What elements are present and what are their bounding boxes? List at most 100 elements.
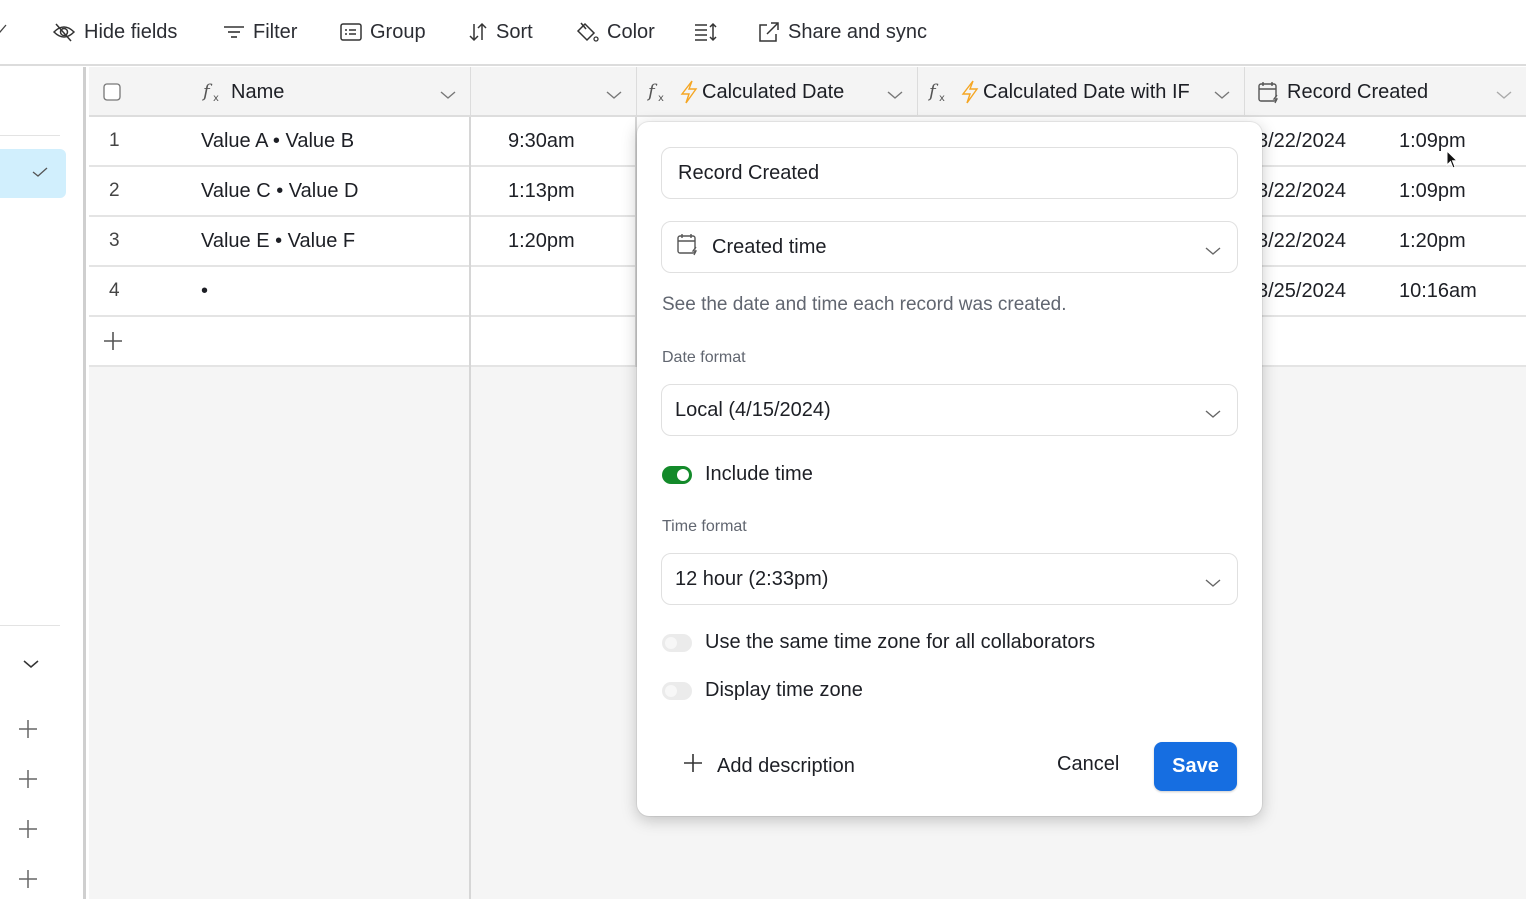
save-button[interactable]: Save xyxy=(1154,742,1237,791)
chevron-down-icon[interactable] xyxy=(1214,84,1230,107)
created-date-cell[interactable]: 3/25/2024 xyxy=(1257,267,1346,315)
color-button[interactable]: Color xyxy=(575,18,655,46)
column-label: Calculated Date xyxy=(702,80,845,103)
field-type-select[interactable]: Created time xyxy=(661,221,1238,273)
filter-button[interactable]: Filter xyxy=(223,18,297,46)
same-timezone-toggle[interactable] xyxy=(662,633,692,652)
column-header-time[interactable] xyxy=(471,67,637,117)
sort-icon xyxy=(468,22,488,42)
time-format-value: 12 hour (2:33pm) xyxy=(675,567,829,590)
column-label: Record Created xyxy=(1287,80,1429,103)
field-editor-dialog: Record Created Created time See the date… xyxy=(637,122,1262,816)
chevron-down-icon xyxy=(1205,403,1221,426)
svg-text:f: f xyxy=(202,81,213,102)
include-time-toggle[interactable] xyxy=(662,465,692,484)
chevron-down-icon[interactable] xyxy=(22,657,40,675)
add-description-button[interactable]: Add description xyxy=(683,753,855,779)
sort-button[interactable]: Sort xyxy=(468,18,533,46)
share-and-sync-label: Share and sync xyxy=(788,20,927,43)
filter-icon xyxy=(223,24,245,40)
view-toolbar: Hide fields Filter Group Sort Color Shar… xyxy=(0,0,1526,66)
plus-icon xyxy=(683,753,703,779)
grid-header: fx Name fx Calculated Date fx Calculated… xyxy=(89,67,1526,117)
time-cell[interactable]: 1:13pm xyxy=(508,167,575,215)
sidebar-divider xyxy=(0,135,60,136)
svg-text:x: x xyxy=(213,93,219,103)
chevron-down-icon[interactable] xyxy=(887,84,903,107)
time-format-select[interactable]: 12 hour (2:33pm) xyxy=(661,553,1238,605)
time-format-label: Time format xyxy=(662,518,747,535)
hide-fields-label: Hide fields xyxy=(84,20,178,43)
created-date-cell[interactable]: 3/22/2024 xyxy=(1257,117,1346,165)
date-format-label: Date format xyxy=(662,349,746,366)
cancel-button[interactable]: Cancel xyxy=(1057,753,1119,776)
created-time-cell[interactable]: 1:20pm xyxy=(1399,217,1466,265)
name-cell[interactable]: Value E • Value F xyxy=(201,217,355,265)
include-time-label: Include time xyxy=(705,463,813,485)
plus-icon[interactable] xyxy=(18,769,38,794)
include-time-toggle-row[interactable]: Include time xyxy=(662,463,813,486)
mouse-cursor-icon xyxy=(1446,149,1460,175)
date-format-select[interactable]: Local (4/15/2024) xyxy=(661,384,1238,436)
row-number: 2 xyxy=(109,180,120,201)
field-name-input[interactable]: Record Created xyxy=(661,147,1238,199)
row-number: 4 xyxy=(109,280,120,301)
display-timezone-toggle[interactable] xyxy=(662,681,692,700)
same-timezone-toggle-row[interactable]: Use the same time zone for all collabora… xyxy=(662,631,1095,654)
name-cell[interactable]: • xyxy=(201,267,208,315)
plus-icon[interactable] xyxy=(18,819,38,844)
sidebar-item-active[interactable] xyxy=(0,149,66,198)
chevron-down-icon[interactable] xyxy=(606,84,622,107)
check-icon[interactable] xyxy=(0,22,8,40)
group-label: Group xyxy=(370,20,426,43)
chevron-down-icon xyxy=(1205,240,1221,263)
share-icon xyxy=(758,21,780,43)
lightning-icon xyxy=(959,80,981,110)
color-label: Color xyxy=(607,20,655,43)
check-icon xyxy=(32,165,48,183)
filter-label: Filter xyxy=(253,20,298,43)
row-height-button[interactable] xyxy=(694,18,718,46)
plus-icon[interactable] xyxy=(18,869,38,894)
paint-bucket-icon xyxy=(575,21,599,43)
plus-icon[interactable] xyxy=(103,331,123,356)
plus-icon[interactable] xyxy=(18,719,38,744)
name-cell[interactable]: Value A • Value B xyxy=(201,117,354,165)
column-header-record-created[interactable]: Record Created xyxy=(1245,67,1526,117)
svg-text:f: f xyxy=(647,81,658,102)
created-time-cell[interactable]: 10:16am xyxy=(1399,267,1477,315)
field-type-description: See the date and time each record was cr… xyxy=(662,294,1067,315)
add-description-label: Add description xyxy=(717,754,855,777)
display-timezone-label: Display time zone xyxy=(705,679,863,701)
select-all-checkbox[interactable] xyxy=(103,83,121,107)
chevron-down-icon[interactable] xyxy=(440,84,456,107)
created-date-cell[interactable]: 3/22/2024 xyxy=(1257,167,1346,215)
name-cell[interactable]: Value C • Value D xyxy=(201,167,358,215)
calendar-created-icon xyxy=(1257,80,1281,110)
formula-icon: fx xyxy=(646,81,669,109)
field-type-value: Created time xyxy=(712,235,827,258)
created-date-cell[interactable]: 3/22/2024 xyxy=(1257,217,1346,265)
group-icon xyxy=(340,23,362,41)
column-label: Name xyxy=(231,80,285,103)
lightning-icon xyxy=(678,80,700,110)
chevron-down-icon[interactable] xyxy=(1496,84,1512,107)
field-name-value: Record Created xyxy=(678,161,820,184)
row-height-icon xyxy=(694,22,718,42)
display-timezone-toggle-row[interactable]: Display time zone xyxy=(662,679,863,702)
column-header-calculated-date-with-if[interactable]: fx Calculated Date with IF xyxy=(918,67,1245,117)
time-cell[interactable]: 9:30am xyxy=(508,117,575,165)
row-number: 3 xyxy=(109,230,120,251)
sidebar-divider xyxy=(0,625,60,626)
formula-icon: fx xyxy=(927,81,950,109)
svg-text:f: f xyxy=(928,81,939,102)
hide-fields-button[interactable]: Hide fields xyxy=(52,18,177,46)
sidebar xyxy=(0,67,86,899)
group-button[interactable]: Group xyxy=(340,18,426,46)
column-header-name[interactable]: fx Name xyxy=(89,67,471,117)
formula-icon: fx xyxy=(201,81,224,109)
sort-label: Sort xyxy=(496,20,533,43)
column-header-calculated-date[interactable]: fx Calculated Date xyxy=(637,67,918,117)
time-cell[interactable]: 1:20pm xyxy=(508,217,575,265)
share-and-sync-button[interactable]: Share and sync xyxy=(758,18,927,46)
